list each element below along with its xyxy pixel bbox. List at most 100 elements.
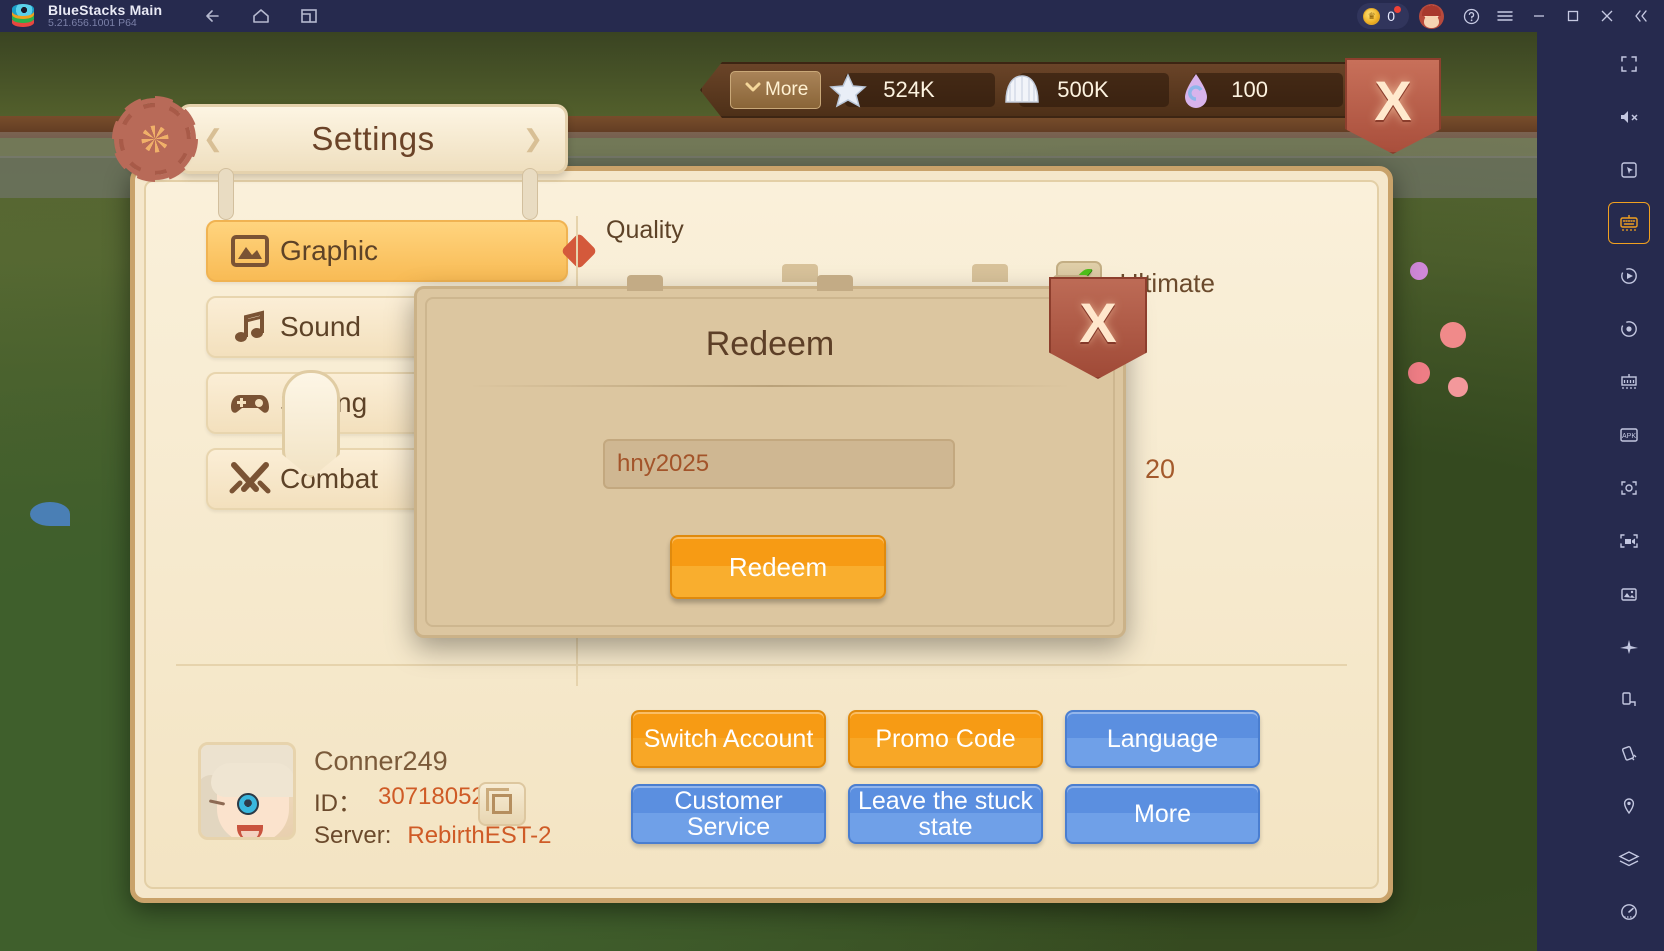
- leave-stuck-state-button[interactable]: Leave the stuck state: [848, 784, 1043, 844]
- bluestacks-titlebar: BlueStacks Main 5.21.656.1001 P64 ♛ 0: [0, 0, 1664, 32]
- redeem-submit-button[interactable]: Redeem: [670, 535, 886, 599]
- player-name: Conner249: [314, 746, 448, 776]
- flower-decor: [30, 502, 70, 526]
- close-x-label: X: [1079, 290, 1117, 354]
- bluestacks-logo-icon: [12, 4, 34, 27]
- double-chevron-left-icon[interactable]: [1626, 0, 1656, 32]
- image-icon: [228, 231, 272, 271]
- mute-icon[interactable]: [1608, 96, 1650, 138]
- customer-service-button[interactable]: Customer Service: [631, 784, 826, 844]
- cursor-pointer-icon[interactable]: [1608, 149, 1650, 191]
- titlebar-right-controls: ♛ 0: [1357, 0, 1656, 32]
- flower-decor: [1408, 362, 1430, 384]
- redeem-dialog-inner: Redeem hny2025 Redeem: [425, 297, 1115, 627]
- location-icon[interactable]: [1608, 785, 1650, 827]
- window-version-label: 5.21.656.1001 P64: [48, 16, 137, 29]
- close-x-label: X: [1374, 69, 1412, 132]
- more-label: More: [765, 79, 809, 100]
- screen-record-icon[interactable]: [1608, 520, 1650, 562]
- screen-root: More 524K 500K 100 X Graphic Sound Comba…: [0, 0, 1664, 951]
- spiral-value: 100: [1193, 73, 1344, 107]
- screenshot-icon[interactable]: [1608, 467, 1650, 509]
- flower-decor: [1440, 322, 1466, 348]
- star-icon: [829, 72, 868, 108]
- install-apk-icon[interactable]: APK: [1608, 414, 1650, 456]
- user-avatar-icon[interactable]: [1419, 3, 1444, 29]
- resource-star[interactable]: 524K: [829, 72, 996, 108]
- home-icon[interactable]: [250, 5, 272, 27]
- star-value: 524K: [845, 73, 996, 107]
- flower-decor: [1448, 377, 1468, 397]
- multi-instance-sync-icon[interactable]: [1608, 361, 1650, 403]
- tab-label-sound: Sound: [280, 311, 361, 342]
- resource-shell[interactable]: 500K: [1003, 72, 1170, 108]
- rotate-icon[interactable]: [1608, 679, 1650, 721]
- close-icon[interactable]: [1592, 0, 1622, 32]
- eco-mode-icon[interactable]: [1608, 626, 1650, 668]
- avatar[interactable]: [198, 742, 296, 840]
- notification-dot: [1394, 6, 1401, 13]
- redeem-code-input[interactable]: hny2025: [603, 439, 955, 489]
- keyboard-controls-icon[interactable]: [1608, 202, 1650, 244]
- modal-tab-decor: [627, 275, 663, 291]
- language-button[interactable]: Language: [1065, 710, 1260, 768]
- page-title: ❮ Settings ❯: [112, 96, 568, 182]
- window-title: BlueStacks Main 5.21.656.1001 P64: [48, 3, 162, 29]
- help-icon[interactable]: [1456, 0, 1486, 32]
- fullscreen-icon[interactable]: [1608, 43, 1650, 85]
- redeem-dialog-title: Redeem: [705, 325, 835, 363]
- chevron-down-icon: [743, 77, 763, 103]
- id-label: ID：: [314, 790, 362, 817]
- bluestacks-points-button[interactable]: ♛ 0: [1357, 3, 1409, 29]
- tab-label-combat: Combat: [280, 463, 379, 494]
- prev-arrow-icon[interactable]: ❮: [203, 125, 223, 154]
- macro-record-icon[interactable]: [1608, 308, 1650, 350]
- server-label: Server:: [314, 822, 392, 849]
- more-resources-button[interactable]: More: [730, 71, 822, 109]
- game-viewport: More 524K 500K 100 X Graphic Sound Comba…: [0, 32, 1537, 951]
- flower-decor: [1410, 262, 1428, 280]
- fps-value: 20: [1144, 454, 1175, 484]
- next-arrow-icon[interactable]: ❯: [523, 125, 543, 154]
- maximize-icon[interactable]: [1558, 0, 1588, 32]
- minimize-icon[interactable]: [1524, 0, 1554, 32]
- resource-spiral[interactable]: 100: [1177, 72, 1344, 108]
- crossed-swords-icon: [228, 459, 272, 499]
- svg-text:APK: APK: [1622, 433, 1636, 440]
- copy-icon: [486, 788, 512, 814]
- clip-decor: [522, 168, 538, 220]
- shell-icon: [1003, 72, 1041, 108]
- multi-instance-icon[interactable]: [298, 5, 320, 27]
- clip-decor: [218, 168, 234, 220]
- switch-account-button[interactable]: Switch Account: [631, 710, 826, 768]
- layers-icon[interactable]: [1608, 838, 1650, 880]
- music-note-icon: [228, 307, 272, 347]
- bluestacks-sidebar: APK: [1537, 32, 1664, 951]
- quality-label: Quality: [606, 216, 684, 244]
- tab-label-graphic: Graphic: [280, 235, 379, 266]
- sidebar-item-graphic[interactable]: Graphic: [206, 220, 568, 282]
- back-arrow-icon[interactable]: [202, 5, 224, 27]
- quality-option-stub[interactable]: [972, 264, 1008, 282]
- copy-id-button[interactable]: [478, 782, 526, 826]
- sidebar-rail: APK: [1608, 32, 1650, 951]
- shake-icon[interactable]: [1608, 732, 1650, 774]
- gear-icon: [112, 96, 198, 182]
- media-manager-icon[interactable]: [1608, 573, 1650, 615]
- bluestacks-coin-icon: ♛: [1363, 7, 1381, 25]
- quality-option-stub[interactable]: [782, 264, 818, 282]
- macro-play-icon[interactable]: [1608, 255, 1650, 297]
- redeem-dialog-divider: [468, 385, 1072, 387]
- hamburger-menu-icon[interactable]: [1490, 0, 1520, 32]
- modal-tab-decor: [817, 275, 853, 291]
- server-value: RebirthEST-2: [407, 822, 552, 849]
- player-server-row: Server: RebirthEST-2: [314, 822, 551, 850]
- shell-value: 500K: [1019, 73, 1170, 107]
- settings-gear-icon[interactable]: [1608, 944, 1650, 951]
- more-button[interactable]: More: [1065, 784, 1260, 844]
- performance-icon[interactable]: [1608, 891, 1650, 933]
- page-title-label: Settings: [311, 120, 435, 157]
- titlebar-nav: [202, 5, 320, 27]
- promo-code-button[interactable]: Promo Code: [848, 710, 1043, 768]
- spiral-shell-icon: [1177, 72, 1215, 108]
